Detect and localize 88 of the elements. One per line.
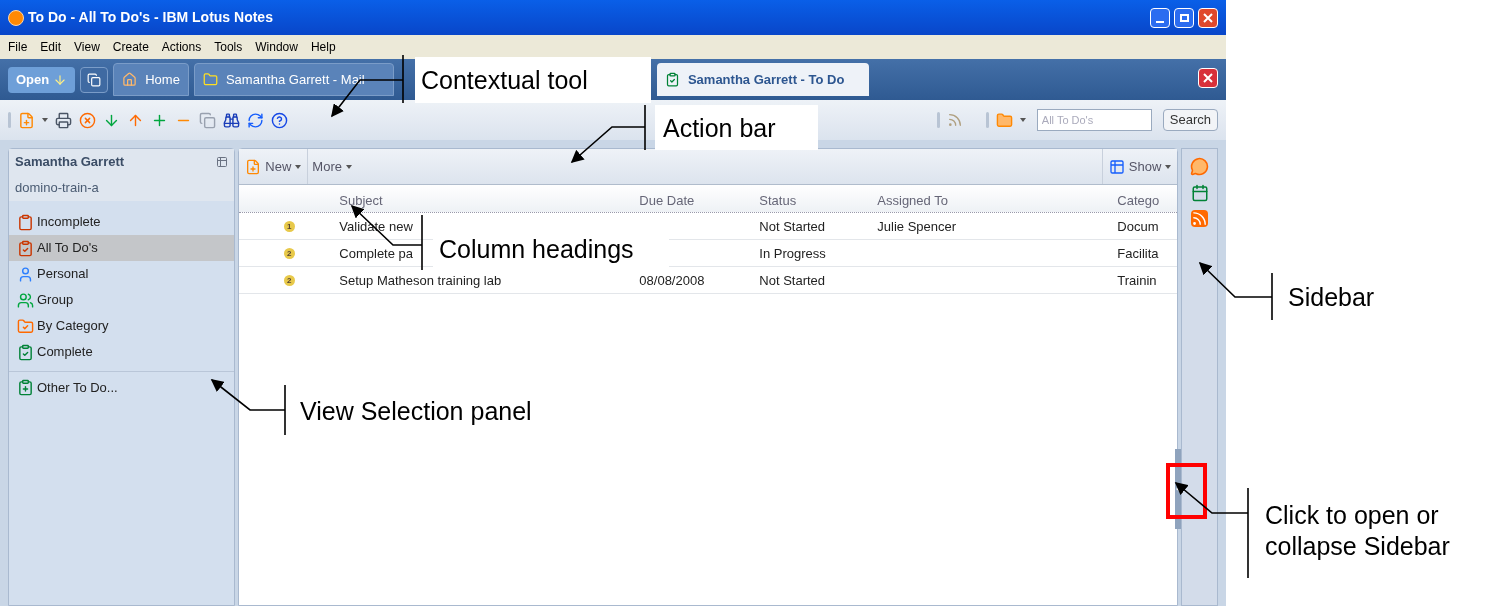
- help-icon[interactable]: [271, 111, 288, 129]
- menu-item[interactable]: Create: [112, 38, 149, 56]
- priority-badge: 1: [283, 220, 295, 232]
- table-icon: [1108, 158, 1125, 175]
- nav-item[interactable]: All To Do's: [9, 235, 235, 261]
- menu-item[interactable]: Tools: [214, 38, 243, 56]
- nav-item[interactable]: Personal: [9, 261, 235, 287]
- column-heading[interactable]: Due Date: [639, 190, 760, 212]
- close-icon: [1203, 73, 1213, 83]
- table-cell: Not Started: [759, 219, 826, 234]
- priority-badge: 2: [283, 274, 295, 286]
- binoculars-icon[interactable]: [223, 111, 240, 129]
- tab[interactable]: Samantha Garrett - Mail: [193, 63, 394, 96]
- table-cell: In Progress: [759, 246, 826, 261]
- windows-icon: [87, 73, 102, 87]
- close-icon: [1203, 12, 1213, 23]
- clipboard-check-icon: [664, 72, 680, 87]
- caret-icon: [42, 118, 48, 122]
- people-icon: [17, 291, 34, 309]
- column-heading[interactable]: Subject: [339, 190, 640, 212]
- priority-badge: 2: [283, 247, 295, 259]
- menu-item[interactable]: Edit: [40, 38, 62, 56]
- callout-label: Contextual tool: [415, 57, 651, 103]
- nav-item[interactable]: Incomplete: [9, 209, 235, 235]
- menu-item[interactable]: Help: [310, 38, 336, 56]
- server-name: domino-train-a: [15, 178, 100, 197]
- folder-icon[interactable]: [995, 111, 1013, 129]
- close-tab-button[interactable]: [1198, 68, 1218, 88]
- chat-icon[interactable]: [1190, 157, 1210, 176]
- windows-button[interactable]: [80, 67, 109, 93]
- clipboard-check-icon: [17, 343, 34, 361]
- app-logo-icon: [8, 9, 24, 26]
- menu-item[interactable]: View: [74, 38, 100, 56]
- table-cell: Julie Spencer: [877, 219, 957, 234]
- clipboard-icon: [17, 213, 34, 231]
- calendar-icon[interactable]: [1190, 184, 1209, 202]
- cancel-icon[interactable]: [79, 111, 96, 129]
- clipboard-plus-icon: [17, 379, 34, 397]
- show-button[interactable]: Show: [1101, 149, 1178, 184]
- search-field[interactable]: All To Do's: [1036, 109, 1152, 131]
- new-document-icon[interactable]: [18, 111, 35, 129]
- minimize-button[interactable]: [1150, 7, 1170, 28]
- printer-icon[interactable]: [55, 111, 72, 129]
- table-cell: Setup Matheson training lab: [339, 273, 502, 288]
- clipboard-check-icon: [17, 239, 34, 257]
- table-cell: Complete pa: [339, 246, 414, 261]
- caret-icon: [1165, 164, 1172, 169]
- person-icon: [17, 265, 34, 283]
- menu-item[interactable]: Window: [255, 38, 298, 56]
- user-name: Samantha Garrett: [15, 153, 125, 171]
- restore-button[interactable]: [1174, 7, 1194, 28]
- triangle-icon: [1176, 486, 1181, 492]
- mail-icon: [202, 72, 218, 87]
- column-heading[interactable]: Status: [759, 190, 878, 212]
- nav-item[interactable]: By Category: [9, 313, 235, 339]
- rss-icon[interactable]: [1191, 210, 1209, 227]
- menu-item[interactable]: File: [8, 38, 28, 56]
- folder-check-icon: [17, 317, 34, 335]
- tab[interactable]: Home: [113, 63, 189, 96]
- menu-item[interactable]: Actions: [161, 38, 202, 56]
- column-heading[interactable]: Catego: [1117, 190, 1178, 212]
- window-title: To Do - All To Do's - IBM Lotus Notes: [28, 8, 273, 27]
- more-button[interactable]: More: [307, 149, 356, 184]
- caret-icon: [345, 164, 352, 169]
- callout-label: Action bar: [655, 105, 818, 150]
- nav-item[interactable]: Complete: [9, 339, 235, 365]
- search-button[interactable]: Search: [1162, 109, 1218, 131]
- home-icon: [122, 72, 138, 87]
- close-button[interactable]: [1198, 7, 1218, 28]
- sidebar-toggle[interactable]: [1175, 449, 1182, 529]
- rss-icon[interactable]: [946, 112, 963, 128]
- table-cell: Not Started: [759, 273, 826, 288]
- list-icon[interactable]: [216, 155, 229, 168]
- table-cell: Facilita: [1117, 246, 1159, 261]
- caret-icon: [295, 164, 302, 169]
- tab[interactable]: Samantha Garrett - To Do: [656, 63, 869, 96]
- table-cell: 08/08/2008: [639, 273, 705, 288]
- table-cell: Trainin: [1117, 273, 1157, 288]
- caret-icon: [1019, 118, 1026, 122]
- other-todo-link[interactable]: Other To Do...: [37, 378, 118, 398]
- new-document-icon: [245, 158, 262, 175]
- table-cell: Docum: [1117, 219, 1159, 234]
- copy-icon[interactable]: [199, 111, 216, 129]
- highlight-frame: [1166, 463, 1207, 519]
- nav-item[interactable]: Group: [9, 287, 235, 313]
- column-heading[interactable]: Assigned To: [877, 190, 1118, 212]
- new-button[interactable]: New: [239, 149, 308, 184]
- refresh-icon[interactable]: [247, 111, 264, 129]
